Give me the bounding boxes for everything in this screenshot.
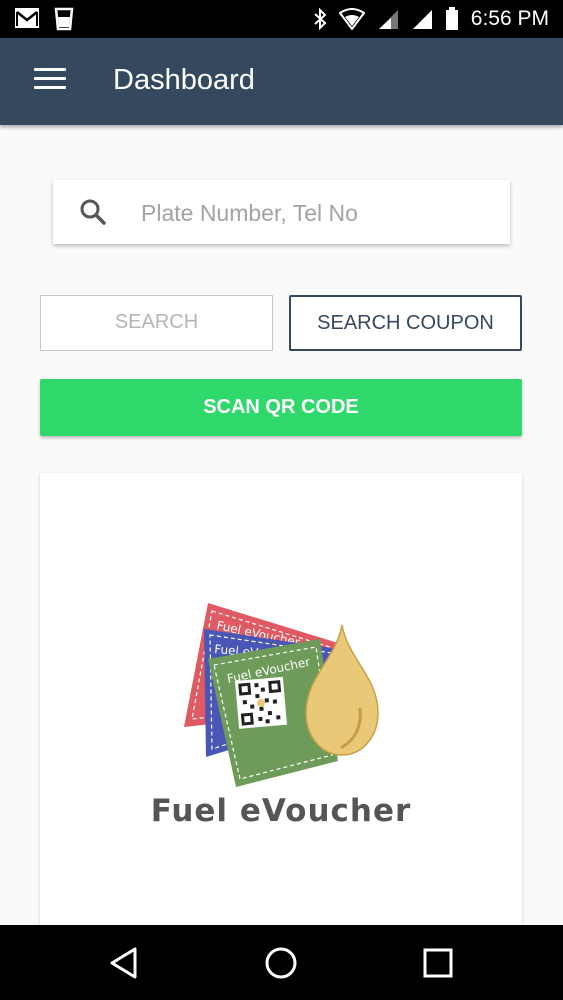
- status-time: 6:56 PM: [470, 7, 549, 30]
- cup-icon: [54, 7, 74, 31]
- scan-qr-code-button[interactable]: SCAN QR CODE: [40, 379, 522, 436]
- signal-icon: [378, 10, 398, 29]
- status-bar: 6:56 PM: [0, 0, 563, 38]
- navigation-bar: [0, 925, 563, 1000]
- search-button[interactable]: SEARCH: [40, 295, 273, 351]
- app-bar: Dashboard: [0, 38, 563, 125]
- recents-icon[interactable]: [420, 945, 456, 981]
- qr-code-icon: [235, 676, 288, 729]
- wifi-icon: [338, 8, 365, 30]
- logo-caption: Fuel eVoucher: [150, 793, 412, 829]
- back-icon[interactable]: [107, 945, 143, 981]
- home-icon[interactable]: [263, 945, 299, 981]
- logo-card: Fuel eVoucher Fuel eVoucher Fuel eVouche…: [40, 473, 522, 933]
- gmail-icon: [15, 8, 39, 28]
- page-title: Dashboard: [113, 64, 255, 96]
- search-icon: [80, 199, 106, 225]
- search-card: [53, 180, 510, 244]
- search-input[interactable]: [139, 192, 493, 234]
- bluetooth-icon: [314, 8, 327, 30]
- search-coupon-button[interactable]: SEARCH COUPON: [289, 295, 522, 351]
- hamburger-menu-icon[interactable]: [34, 68, 66, 96]
- fuel-evoucher-logo: Fuel eVoucher Fuel eVoucher Fuel eVouche…: [184, 603, 379, 787]
- battery-icon: [445, 7, 458, 30]
- signal-icon: [412, 10, 432, 29]
